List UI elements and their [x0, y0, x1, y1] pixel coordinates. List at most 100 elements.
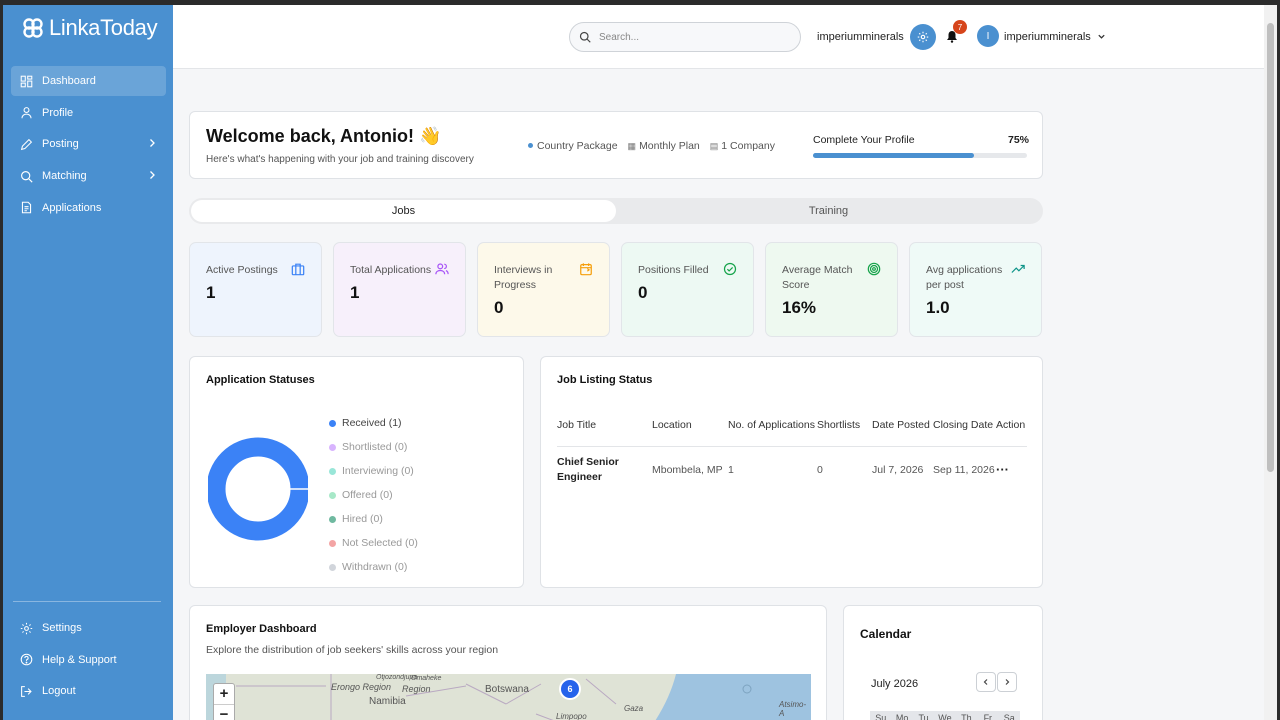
column-header[interactable]: No. of Applications [728, 405, 817, 447]
stat-label: Positions Filled [638, 264, 709, 276]
search-input[interactable] [599, 31, 789, 43]
column-header[interactable]: Location [652, 405, 728, 447]
legend-item-interviewing: Interviewing (0) [329, 459, 418, 483]
column-header[interactable]: Shortlists [817, 405, 872, 447]
help-icon [20, 653, 33, 666]
sidebar-item-dashboard[interactable]: Dashboard [11, 66, 166, 96]
profile-progress-bar [813, 153, 1027, 158]
stat-card-active-postings: Active Postings 1 [189, 242, 322, 337]
stat-card-match-score: Average Match Score 16% [765, 242, 898, 337]
section-title: Job Listing Status [557, 374, 653, 386]
skills-map[interactable]: Erongo Region Namibia Region Botswana Li… [206, 674, 811, 720]
target-icon [867, 262, 881, 276]
zoom-in-button[interactable]: + [214, 684, 234, 705]
zoom-out-button[interactable]: − [214, 705, 234, 720]
sidebar: LinkaToday Dashboard Profile Posting Mat… [3, 5, 173, 720]
legend-item-received: Received (1) [329, 411, 418, 435]
sidebar-item-logout[interactable]: Logout [11, 676, 166, 706]
weekday-label: Su [875, 713, 887, 720]
map-label: Gaza [624, 704, 644, 713]
map-label: Botswana [485, 684, 529, 695]
sidebar-item-settings[interactable]: Settings [11, 613, 166, 643]
legend-dot-icon [329, 491, 336, 499]
tab-training[interactable]: Training [616, 200, 1041, 222]
chevron-right-icon [1005, 679, 1010, 685]
logout-icon [21, 685, 32, 697]
user-name[interactable]: imperiumminerals [1004, 31, 1091, 43]
tab-jobs[interactable]: Jobs [191, 200, 616, 222]
dashboard-icon [20, 75, 33, 87]
chevron-left-icon [983, 679, 988, 685]
column-header[interactable]: Closing Date [933, 405, 996, 447]
gear-icon [20, 622, 33, 634]
column-header[interactable]: Job Title [557, 405, 652, 447]
avatar[interactable]: I [977, 25, 999, 47]
calendar-icon: ▦ [627, 141, 637, 151]
notification-badge: 7 [953, 20, 967, 34]
brand-name: LinkaToday [49, 15, 158, 40]
stat-label: Total Applications [350, 264, 432, 276]
table-row[interactable]: Chief Senior Engineer Mbombela, MP 1 0 J… [557, 446, 1027, 494]
section-description: Explore the distribution of job seekers'… [206, 644, 499, 656]
search-icon [21, 170, 33, 183]
view-tabs: Jobs Training [189, 198, 1043, 224]
search-box[interactable] [569, 22, 801, 52]
app-window: LinkaToday Dashboard Profile Posting Mat… [3, 5, 1267, 720]
sidebar-divider [13, 601, 161, 602]
top-bar: imperiumminerals 7 I imperiumminerals [173, 5, 1267, 69]
sidebar-item-label: Posting [42, 138, 79, 151]
welcome-title: Welcome back, Antonio! 👋 [206, 126, 442, 146]
stat-card-total-applications: Total Applications 1 [333, 242, 466, 337]
chevron-down-icon[interactable] [1097, 32, 1106, 41]
org-settings-button[interactable] [910, 24, 936, 50]
legend-item-not-selected: Not Selected (0) [329, 531, 418, 555]
map-cluster-marker[interactable]: 6 [559, 678, 581, 700]
legend-item-offered: Offered (0) [329, 483, 418, 507]
sidebar-item-applications[interactable]: Applications [11, 193, 166, 223]
legend-item-shortlisted: Shortlisted (0) [329, 435, 418, 459]
package-dot-icon [528, 143, 533, 148]
org-name: imperiumminerals [817, 31, 904, 43]
stat-value: 16% [782, 298, 817, 317]
sidebar-item-help[interactable]: Help & Support [11, 645, 166, 675]
stat-label: Active Postings [206, 264, 278, 276]
map-label: Erongo Region [331, 682, 392, 692]
legend-dot-icon [329, 443, 336, 451]
location-cell: Mbombela, MP [652, 463, 723, 476]
prev-month-button[interactable] [976, 672, 996, 692]
user-icon [21, 107, 32, 119]
job-listing-card: Job Listing Status Job Title Location No… [540, 356, 1043, 588]
map-background [206, 674, 811, 720]
legend-dot-icon [329, 515, 336, 523]
job-title-cell[interactable]: Chief Senior Engineer [557, 446, 652, 494]
sidebar-item-profile[interactable]: Profile [11, 98, 166, 128]
calendar-card: Calendar July 2026 Su Mo Tu We Th Fr Sa [843, 605, 1043, 720]
calendar-title: Calendar [860, 627, 912, 641]
scrollbar-thumb[interactable] [1267, 23, 1274, 472]
calendar-month: July 2026 [871, 678, 919, 690]
sidebar-item-matching[interactable]: Matching [11, 161, 166, 191]
package-label: Country Package [537, 140, 618, 152]
company-info: ▤ 1 Company [710, 140, 775, 152]
sidebar-item-label: Profile [42, 106, 74, 119]
page-scrollbar[interactable] [1264, 5, 1277, 720]
stat-label: Average Match Score [782, 264, 853, 291]
sidebar-bottom-nav: Settings Help & Support Logout [11, 613, 166, 708]
sidebar-item-posting[interactable]: Posting [11, 129, 166, 159]
brand-logo[interactable]: LinkaToday [21, 15, 158, 41]
column-header[interactable]: Date Posted [872, 405, 933, 447]
weekday-label: Tu [918, 713, 929, 720]
legend-label: Interviewing (0) [342, 465, 414, 477]
stat-card-positions-filled: Positions Filled 0 [621, 242, 754, 337]
calendar-icon [580, 263, 592, 276]
briefcase-icon [291, 263, 305, 276]
sidebar-item-label: Logout [42, 685, 76, 698]
sidebar-item-label: Matching [42, 170, 87, 183]
legend-label: Hired (0) [342, 513, 383, 525]
stat-value: 0 [638, 283, 648, 302]
next-month-button[interactable] [997, 672, 1017, 692]
legend-label: Withdrawn (0) [342, 561, 408, 573]
legend-dot-icon [329, 419, 336, 427]
more-actions-button[interactable]: ··· [996, 462, 1009, 477]
legend-label: Received (1) [342, 417, 402, 429]
